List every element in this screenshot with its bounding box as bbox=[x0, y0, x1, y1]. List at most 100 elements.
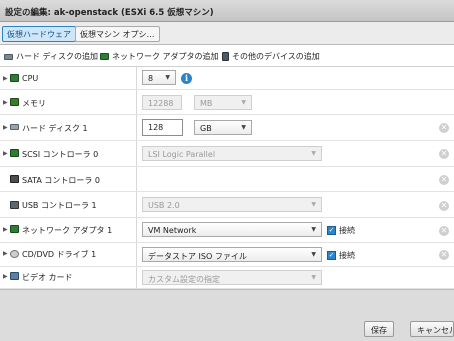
cd-dvd-connect-label: 接続 bbox=[339, 251, 355, 260]
expand-arrow-icon[interactable]: ▶ bbox=[3, 75, 8, 82]
network-adapter-icon bbox=[10, 225, 19, 233]
expand-arrow-icon[interactable]: ▶ bbox=[3, 124, 8, 131]
hard-disk-icon bbox=[4, 53, 13, 60]
row-scsi-controller: ▶ SCSI コントローラ 0 LSI Logic Parallel ▼ ✕ bbox=[0, 141, 454, 167]
row-video-card-label-cell: ▶ ビデオ カード bbox=[0, 267, 137, 288]
cpu-icon bbox=[10, 74, 19, 82]
remove-device-icon[interactable]: ✕ bbox=[439, 226, 449, 236]
chevron-down-icon: ▼ bbox=[311, 251, 316, 258]
scsi-type-value: LSI Logic Parallel bbox=[148, 150, 216, 159]
row-video-card: ▶ ビデオ カード カスタム設定の指定 ▼ bbox=[0, 267, 454, 289]
add-other-device-button[interactable]: その他のデバイスの追加 bbox=[222, 51, 320, 62]
save-button[interactable]: 保存 bbox=[364, 321, 394, 337]
checkbox-checked-icon: ✓ bbox=[327, 226, 336, 235]
network-select[interactable]: VM Network ▼ bbox=[142, 222, 322, 237]
cd-dvd-source-select[interactable]: データストア ISO ファイル ▼ bbox=[142, 247, 322, 262]
hard-disk-label: ハード ディスク 1 bbox=[22, 124, 88, 133]
add-network-adapter-label: ネットワーク アダプタの追加 bbox=[112, 52, 219, 61]
cd-dvd-source-value: データストア ISO ファイル bbox=[148, 252, 247, 261]
network-connect-checkbox[interactable]: ✓ 接続 bbox=[327, 225, 355, 236]
row-memory-label-cell: ▶ メモリ bbox=[0, 90, 137, 114]
dialog-title: 設定の編集: ak-openstack (ESXi 6.5 仮想マシン) bbox=[5, 8, 214, 18]
expand-arrow-icon[interactable]: ▶ bbox=[3, 226, 8, 233]
video-settings-value: カスタム設定の指定 bbox=[148, 275, 220, 284]
remove-device-icon[interactable]: ✕ bbox=[439, 250, 449, 260]
scsi-controller-icon bbox=[10, 149, 19, 157]
info-icon[interactable]: i bbox=[181, 73, 192, 84]
chevron-down-icon: ▼ bbox=[241, 99, 246, 106]
cd-dvd-icon bbox=[10, 250, 19, 258]
usb-type-value: USB 2.0 bbox=[148, 201, 180, 210]
row-usb-controller: USB コントローラ 1 USB 2.0 ▼ ✕ bbox=[0, 192, 454, 218]
expand-arrow-icon[interactable]: ▶ bbox=[3, 150, 8, 157]
memory-label: メモリ bbox=[22, 99, 46, 108]
row-usb-label-cell: USB コントローラ 1 bbox=[0, 192, 137, 217]
chevron-down-icon: ▼ bbox=[311, 201, 316, 208]
row-cd-dvd-label-cell: ▶ CD/DVD ドライブ 1 bbox=[0, 243, 137, 266]
row-network-adapter: ▶ ネットワーク アダプタ 1 VM Network ▼ ✓ 接続 ✕ bbox=[0, 218, 454, 243]
sata-controller-icon bbox=[10, 175, 19, 183]
chevron-down-icon: ▼ bbox=[241, 124, 246, 131]
sata-controller-label: SATA コントローラ 0 bbox=[22, 176, 100, 185]
remove-device-icon[interactable]: ✕ bbox=[439, 175, 449, 185]
row-sata-controller: SATA コントローラ 0 ✕ bbox=[0, 167, 454, 192]
video-card-icon bbox=[10, 272, 19, 280]
add-hard-disk-button[interactable]: ハード ディスクの追加 bbox=[4, 51, 98, 62]
cancel-button[interactable]: キャンセル bbox=[410, 321, 454, 337]
scsi-type-select[interactable]: LSI Logic Parallel ▼ bbox=[142, 146, 322, 161]
network-adapter-label: ネットワーク アダプタ 1 bbox=[22, 226, 113, 235]
usb-controller-label: USB コントローラ 1 bbox=[22, 201, 97, 210]
network-value: VM Network bbox=[148, 226, 197, 235]
chevron-down-icon: ▼ bbox=[311, 274, 316, 281]
row-hard-disk-label-cell: ▶ ハード ディスク 1 bbox=[0, 115, 137, 140]
row-hard-disk: ▶ ハード ディスク 1 128 GB ▼ ✕ bbox=[0, 115, 454, 141]
memory-unit-value: MB bbox=[200, 99, 213, 108]
disk-size-field[interactable]: 128 bbox=[142, 119, 183, 136]
chevron-down-icon: ▼ bbox=[311, 226, 316, 233]
cd-dvd-label: CD/DVD ドライブ 1 bbox=[22, 250, 97, 259]
row-cpu: ▶ CPU 8 ▼ i bbox=[0, 67, 454, 90]
row-scsi-label-cell: ▶ SCSI コントローラ 0 bbox=[0, 141, 137, 166]
add-other-device-label: その他のデバイスの追加 bbox=[232, 52, 320, 61]
add-network-adapter-button[interactable]: ネットワーク アダプタの追加 bbox=[100, 51, 219, 62]
cd-dvd-connect-checkbox[interactable]: ✓ 接続 bbox=[327, 250, 355, 261]
expand-arrow-icon[interactable]: ▶ bbox=[3, 250, 8, 257]
chevron-down-icon: ▼ bbox=[165, 74, 170, 81]
expand-arrow-icon[interactable]: ▶ bbox=[3, 99, 8, 106]
dialog-footer: 保存 キャンセル bbox=[0, 289, 454, 341]
tab-bar: 仮想ハードウェア 仮想マシン オプシ… bbox=[0, 22, 454, 45]
memory-unit-select[interactable]: MB ▼ bbox=[194, 95, 252, 110]
usb-controller-icon bbox=[10, 201, 19, 209]
hard-disk-icon bbox=[10, 124, 19, 130]
scsi-controller-label: SCSI コントローラ 0 bbox=[22, 150, 99, 159]
usb-type-select[interactable]: USB 2.0 ▼ bbox=[142, 197, 322, 212]
network-adapter-icon bbox=[100, 53, 109, 60]
memory-icon bbox=[10, 98, 19, 106]
chevron-down-icon: ▼ bbox=[311, 150, 316, 157]
add-device-toolbar: ハード ディスクの追加 ネットワーク アダプタの追加 その他のデバイスの追加 bbox=[0, 45, 454, 67]
remove-device-icon[interactable]: ✕ bbox=[439, 123, 449, 133]
disk-unit-select[interactable]: GB ▼ bbox=[194, 120, 252, 135]
row-memory: ▶ メモリ 12288 MB ▼ bbox=[0, 90, 454, 115]
memory-size-field[interactable]: 12288 bbox=[142, 95, 182, 110]
hardware-grid: ▶ CPU 8 ▼ i ▶ メモリ 12288 MB ▼ ▶ ハード ディスク … bbox=[0, 67, 454, 289]
device-icon bbox=[222, 52, 229, 61]
tab-vm-options[interactable]: 仮想マシン オプシ… bbox=[75, 26, 160, 42]
video-settings-select[interactable]: カスタム設定の指定 ▼ bbox=[142, 270, 322, 285]
video-card-label: ビデオ カード bbox=[22, 273, 73, 282]
dialog-titlebar: 設定の編集: ak-openstack (ESXi 6.5 仮想マシン) bbox=[0, 0, 454, 22]
cpu-count-value: 8 bbox=[148, 74, 154, 83]
remove-device-icon[interactable]: ✕ bbox=[439, 149, 449, 159]
network-connect-label: 接続 bbox=[339, 226, 355, 235]
row-cd-dvd-drive: ▶ CD/DVD ドライブ 1 データストア ISO ファイル ▼ ✓ 接続 ✕ bbox=[0, 243, 454, 267]
expand-arrow-icon[interactable]: ▶ bbox=[3, 273, 8, 280]
cpu-count-select[interactable]: 8 ▼ bbox=[142, 70, 176, 85]
remove-device-icon[interactable]: ✕ bbox=[439, 201, 449, 211]
row-sata-label-cell: SATA コントローラ 0 bbox=[0, 167, 137, 191]
row-network-adapter-label-cell: ▶ ネットワーク アダプタ 1 bbox=[0, 218, 137, 242]
add-hard-disk-label: ハード ディスクの追加 bbox=[16, 52, 98, 61]
checkbox-checked-icon: ✓ bbox=[327, 251, 336, 260]
row-cpu-label-cell: ▶ CPU bbox=[0, 67, 137, 89]
disk-unit-value: GB bbox=[200, 124, 212, 133]
tab-virtual-hardware[interactable]: 仮想ハードウェア bbox=[2, 26, 76, 42]
